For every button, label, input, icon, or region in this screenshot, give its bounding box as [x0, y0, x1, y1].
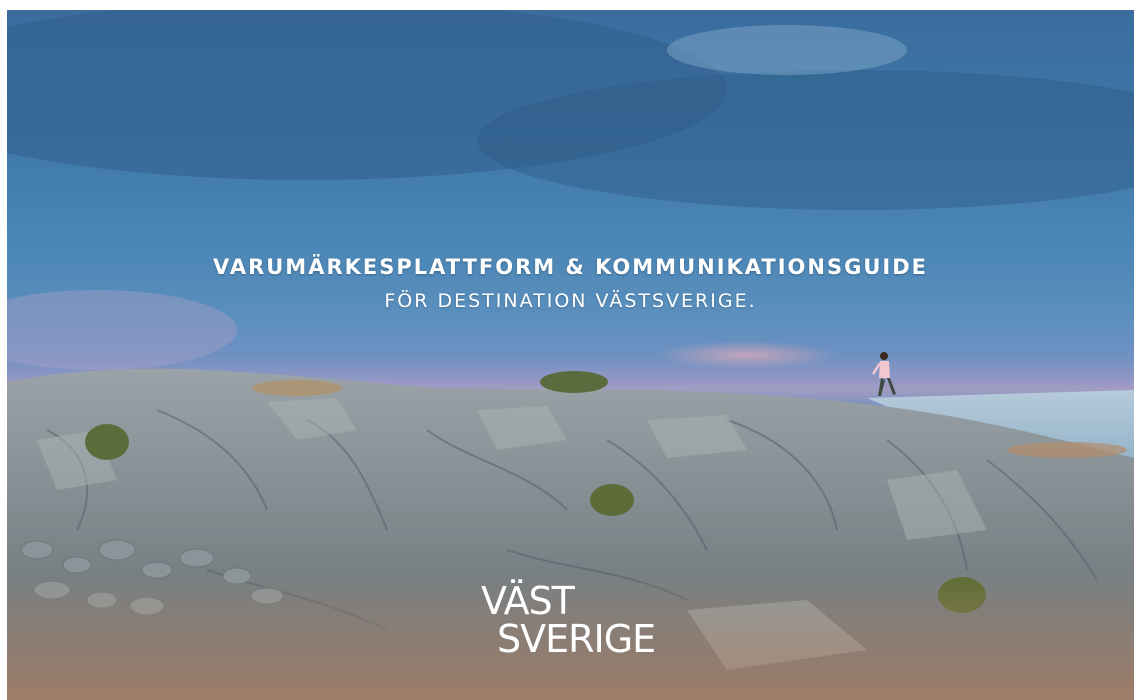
dry-grass	[1007, 442, 1127, 458]
logo-line-1: VÄST	[481, 579, 575, 623]
cloud-shape	[667, 25, 907, 75]
person-walking-icon	[871, 352, 896, 396]
logo-line-2: SVERIGE	[497, 617, 656, 661]
vastsverige-logo: VÄST SVERIGE	[477, 582, 677, 662]
shrub	[540, 371, 608, 393]
shrub	[85, 424, 129, 460]
cover-page: VARUMÄRKESPLATTFORM & KOMMUNIKATIONSGUID…	[7, 10, 1134, 700]
cover-subtitle: FÖR DESTINATION VÄSTSVERIGE.	[384, 290, 757, 312]
dry-grass	[252, 380, 342, 396]
sunset-glow	[657, 341, 837, 369]
cover-title: VARUMÄRKESPLATTFORM & KOMMUNIKATIONSGUID…	[213, 255, 928, 279]
shrub	[590, 484, 634, 516]
